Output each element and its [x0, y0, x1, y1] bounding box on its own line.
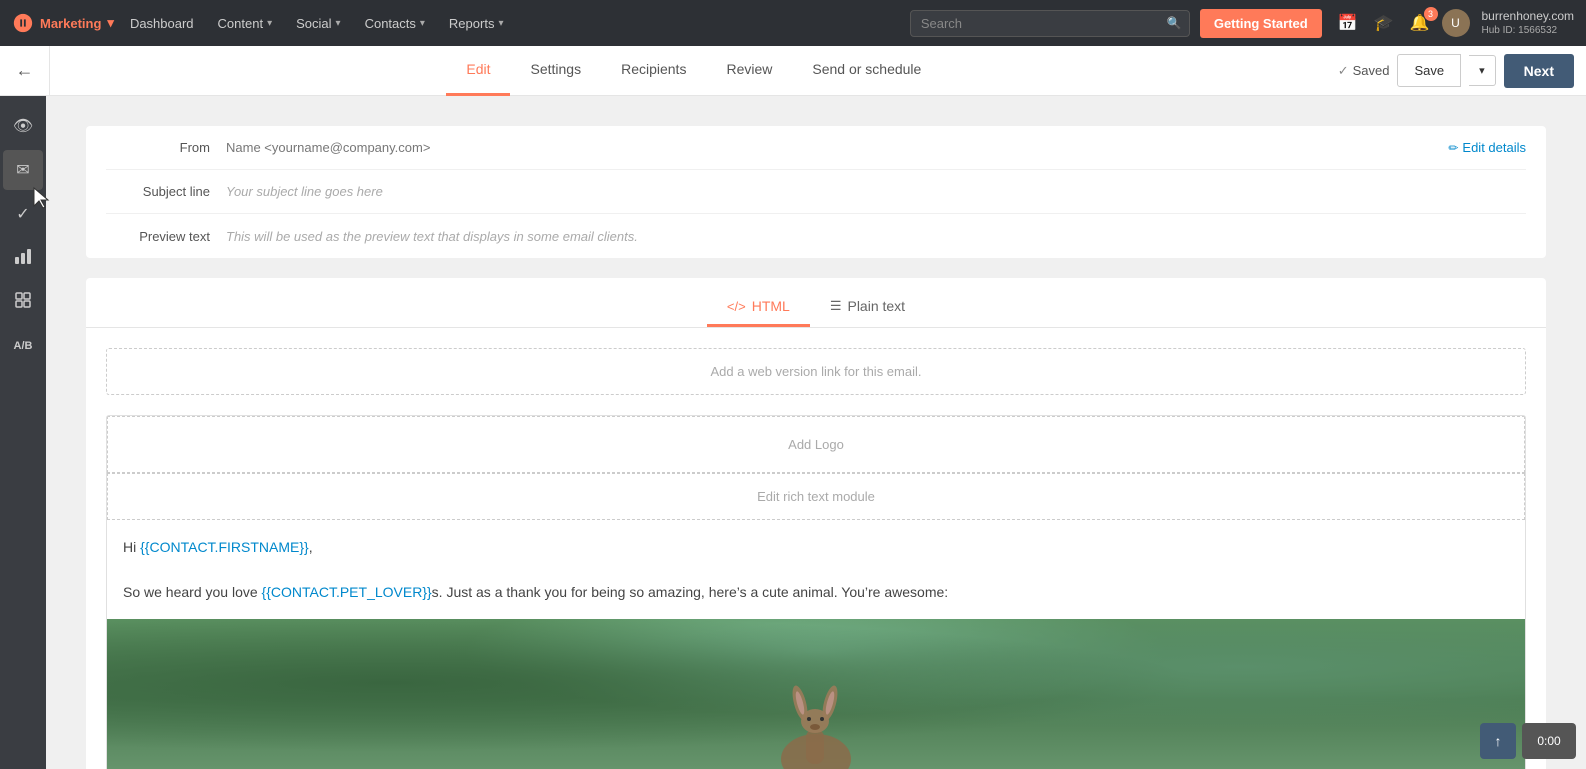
email-body-section: Add Logo Edit rich text module Hi {{CONT… — [106, 415, 1526, 769]
ab-icon: A/B — [14, 340, 33, 352]
content-caret: ▾ — [267, 18, 272, 29]
email-icon: ✉ — [16, 160, 29, 180]
timer-label: 0:00 — [1537, 734, 1560, 748]
box-icon — [14, 291, 32, 314]
tab-recipients[interactable]: Recipients — [601, 46, 706, 96]
subject-label: Subject line — [106, 184, 226, 199]
email-canvas: Add a web version link for this email. A… — [86, 348, 1546, 769]
user-info: burrenhoney.com Hub ID: 1566532 — [1482, 9, 1575, 38]
timer-button[interactable]: 0:00 — [1522, 723, 1576, 759]
nav-contacts[interactable]: Contacts ▾ — [353, 0, 437, 46]
email-text-content: Hi {{CONTACT.FIRSTNAME}}, So we heard yo… — [107, 520, 1525, 619]
marketing-logo[interactable]: Marketing ▾ — [12, 12, 114, 34]
tab-send-or-schedule[interactable]: Send or schedule — [792, 46, 941, 96]
email-greeting: Hi {{CONTACT.FIRSTNAME}}, — [123, 536, 1509, 558]
back-button[interactable]: ← — [0, 46, 50, 96]
eye-icon: 👁 — [13, 116, 33, 136]
html-code-icon: </> — [727, 299, 746, 314]
from-label: From — [106, 140, 226, 155]
ab-test-icon-button[interactable]: A/B — [3, 326, 43, 366]
tab-review[interactable]: Review — [706, 46, 792, 96]
web-version-bar[interactable]: Add a web version link for this email. — [106, 348, 1526, 395]
preview-value[interactable]: This will be used as the preview text th… — [226, 229, 1526, 244]
toolbar-right: ✓ Saved Save ▾ Next — [1338, 54, 1586, 88]
email-meta-section: From Name <yourname@company.com> ✏ Edit … — [86, 126, 1546, 258]
main-layout: 👁 ✉ ✓ — [0, 96, 1586, 769]
nav-dashboard[interactable]: Dashboard — [118, 0, 206, 46]
from-value: Name <yourname@company.com> — [226, 140, 1448, 155]
pencil-icon: ✏ — [1448, 141, 1458, 155]
nav-content[interactable]: Content ▾ — [206, 0, 285, 46]
tab-plain-text[interactable]: ☰ Plain text — [810, 288, 925, 327]
calendar-icon[interactable]: 📅 — [1334, 9, 1362, 37]
email-animal-image — [107, 619, 1525, 769]
user-avatar[interactable]: U — [1442, 9, 1470, 37]
check-icon-button[interactable]: ✓ — [3, 194, 43, 234]
email-body-paragraph: So we heard you love {{CONTACT.PET_LOVER… — [123, 581, 1509, 603]
nav-reports[interactable]: Reports ▾ — [437, 0, 516, 46]
upload-icon: ↑ — [1495, 733, 1502, 749]
bottom-right-overlay: ↑ 0:00 — [1480, 723, 1576, 759]
marketing-dropdown-caret: ▾ — [107, 15, 114, 31]
top-navigation: Marketing ▾ Dashboard Content ▾ Social ▾… — [0, 0, 1586, 46]
notification-badge: 3 — [1424, 7, 1438, 21]
nav-social[interactable]: Social ▾ — [284, 0, 352, 46]
tab-html[interactable]: </> HTML — [707, 288, 810, 327]
nav-icons-group: 📅 🎓 🔔 3 U burrenhoney.com Hub ID: 156653… — [1334, 9, 1574, 38]
tab-settings[interactable]: Settings — [510, 46, 601, 96]
animal-image-inner — [107, 619, 1525, 769]
notification-icon[interactable]: 🔔 3 — [1406, 9, 1434, 37]
saved-indicator: ✓ Saved — [1338, 63, 1390, 79]
save-dropdown-button[interactable]: ▾ — [1469, 55, 1496, 86]
check-icon: ✓ — [16, 204, 29, 224]
reports-caret: ▾ — [498, 18, 503, 29]
modules-icon-button[interactable] — [3, 282, 43, 322]
edit-toolbar: ← Edit Settings Recipients Review Send o… — [0, 46, 1586, 96]
upload-button[interactable]: ↑ — [1480, 723, 1516, 759]
edit-tabs: Edit Settings Recipients Review Send or … — [50, 46, 1338, 96]
save-button[interactable]: Save — [1397, 54, 1461, 87]
search-area: 🔍 — [910, 10, 1190, 37]
email-icon-button[interactable]: ✉ — [3, 150, 43, 190]
edit-details-link[interactable]: ✏ Edit details — [1448, 140, 1526, 155]
add-logo-block[interactable]: Add Logo — [107, 416, 1525, 473]
preview-text-row: Preview text This will be used as the pr… — [106, 214, 1526, 258]
content-area: From Name <yourname@company.com> ✏ Edit … — [46, 96, 1586, 769]
edit-rich-text-block[interactable]: Edit rich text module — [107, 473, 1525, 520]
getting-started-button[interactable]: Getting Started — [1200, 9, 1322, 38]
left-sidebar: 👁 ✉ ✓ — [0, 96, 46, 769]
search-input[interactable] — [910, 10, 1190, 37]
content-tabs-area: </> HTML ☰ Plain text Add a web version … — [86, 278, 1546, 769]
tab-edit[interactable]: Edit — [446, 46, 510, 96]
from-row: From Name <yourname@company.com> ✏ Edit … — [106, 126, 1526, 170]
subject-row: Subject line Your subject line goes here — [106, 170, 1526, 214]
check-icon: ✓ — [1338, 63, 1349, 79]
next-button[interactable]: Next — [1504, 54, 1574, 88]
text-icon: ☰ — [830, 298, 842, 314]
chart-icon — [14, 247, 32, 270]
subject-value[interactable]: Your subject line goes here — [226, 184, 1526, 199]
preview-label: Preview text — [106, 229, 226, 244]
social-caret: ▾ — [336, 18, 341, 29]
analytics-icon-button[interactable] — [3, 238, 43, 278]
graduation-icon[interactable]: 🎓 — [1370, 9, 1398, 37]
search-icon: 🔍 — [1167, 16, 1182, 30]
contacts-caret: ▾ — [420, 18, 425, 29]
preview-icon-button[interactable]: 👁 — [3, 106, 43, 146]
content-tabs-header: </> HTML ☰ Plain text — [86, 278, 1546, 328]
